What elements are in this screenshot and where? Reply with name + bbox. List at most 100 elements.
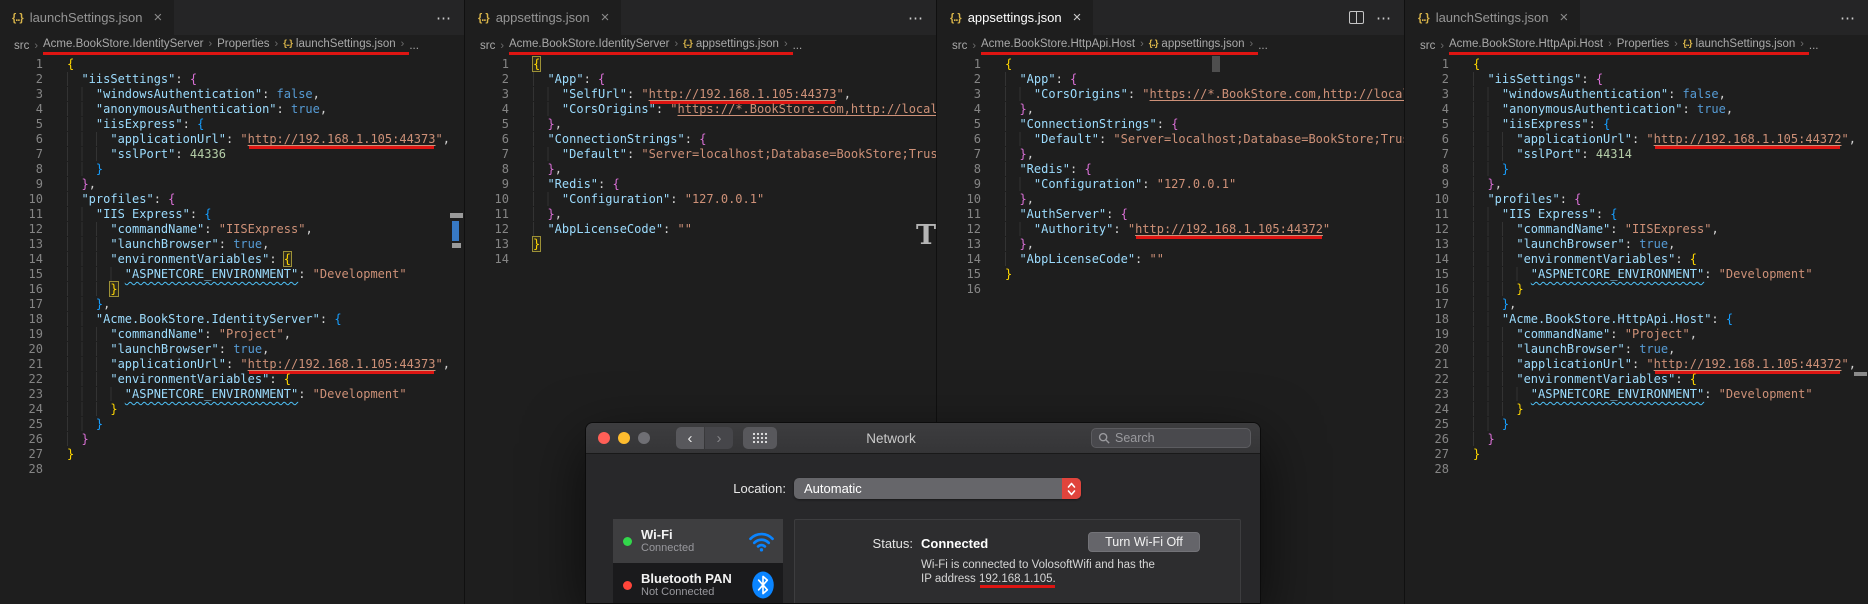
chevron-right-icon: › xyxy=(500,40,505,52)
line-number: 16 xyxy=(1434,282,1449,296)
editor-pane-1: {..} launchSettings.json × ⋯ src › Acme.Bo… xyxy=(0,0,465,604)
chevron-right-icon: › xyxy=(783,37,788,50)
breadcrumb[interactable]: src › Acme.BookStore.HttpApi.Host › {..} apps… xyxy=(938,35,1404,57)
breadcrumb[interactable]: src › Acme.BookStore.IdentityServer › Proper… xyxy=(0,35,464,57)
breadcrumb-file[interactable]: launchSettings.json xyxy=(296,38,396,50)
code-editor[interactable]: 1{2 "App": {3 "CorsOrigins": "https://*.… xyxy=(938,57,1404,297)
tab-strip-space xyxy=(1094,0,1349,35)
search-input[interactable]: Search xyxy=(1091,428,1251,448)
code-token: "IISExpress" xyxy=(218,222,306,236)
line-number: 27 xyxy=(1434,447,1449,461)
line-number: 3 xyxy=(1441,87,1449,101)
close-tab-icon[interactable]: × xyxy=(153,9,162,26)
scrollbar-cursor-mark[interactable] xyxy=(452,221,459,241)
json-file-icon: {..} xyxy=(283,38,293,49)
close-window-button[interactable] xyxy=(598,432,610,444)
code-token: : xyxy=(175,147,190,161)
line-number: 15 xyxy=(1434,267,1449,281)
overview-ruler-mark xyxy=(450,213,463,218)
more-actions-icon[interactable]: ⋯ xyxy=(908,9,924,27)
more-actions-icon[interactable]: ⋯ xyxy=(1376,9,1392,27)
breadcrumb-file[interactable]: launchSettings.json xyxy=(1696,38,1796,50)
chevron-right-icon: › xyxy=(1608,37,1612,50)
line-number: 6 xyxy=(501,132,509,146)
split-editor-icon[interactable] xyxy=(1349,11,1364,24)
breadcrumb-file[interactable]: appsettings.json xyxy=(696,38,779,50)
code-token: " xyxy=(435,357,443,371)
location-select[interactable]: Automatic xyxy=(794,478,1081,499)
code-line: 4 "anonymousAuthentication": true, xyxy=(0,102,464,117)
close-tab-icon[interactable]: × xyxy=(601,9,610,26)
turn-wifi-off-button[interactable]: Turn Wi-Fi Off xyxy=(1088,532,1200,552)
code-editor[interactable]: 1{2 "iisSettings": {3 "windowsAuthentica… xyxy=(1406,57,1868,477)
breadcrumb-segment[interactable]: Properties xyxy=(217,38,269,50)
service-row-wifi[interactable]: Wi-Fi Connected xyxy=(613,519,783,563)
tab-appsettings-httpapi-host[interactable]: {..} appsettings.json × xyxy=(938,0,1095,35)
code-token: : xyxy=(204,222,219,236)
scrollbar-thumb[interactable] xyxy=(1212,56,1220,72)
code-token: 44336 xyxy=(189,147,226,161)
breadcrumb-suffix[interactable]: ... xyxy=(1809,40,1819,52)
breadcrumb[interactable]: src › Acme.BookStore.HttpApi.Host › Properti… xyxy=(1406,35,1868,57)
code-token xyxy=(67,87,96,101)
code-line: 8 "Redis": { xyxy=(938,162,1404,177)
code-token xyxy=(1473,267,1531,281)
breadcrumb-suffix[interactable]: ... xyxy=(409,40,419,52)
tab-launchsettings-identityserver[interactable]: {..} launchSettings.json × xyxy=(0,0,176,35)
code-token: } xyxy=(81,177,89,191)
code-token: : xyxy=(1559,192,1575,206)
back-button[interactable]: ‹ xyxy=(676,427,704,449)
forward-button[interactable]: › xyxy=(705,427,733,449)
code-editor[interactable]: 1{2 "App": {3 "SelfUrl": "http://192.168… xyxy=(466,56,936,267)
breadcrumb[interactable]: src › Acme.BookStore.IdentityServer › {..} ap… xyxy=(466,35,936,57)
breadcrumb-segment[interactable]: src xyxy=(480,40,495,52)
breadcrumb-suffix[interactable]: ... xyxy=(1258,40,1268,52)
code-line: 16 xyxy=(938,282,1404,297)
code-token: "127.0.0.1" xyxy=(1156,177,1237,191)
breadcrumb-segment[interactable]: src xyxy=(1420,40,1435,52)
close-tab-icon[interactable]: × xyxy=(1073,9,1082,26)
connection-status-panel: Status: Connected Turn Wi-Fi Off Wi-Fi i… xyxy=(794,519,1241,603)
breadcrumb-suffix[interactable]: ... xyxy=(793,40,803,52)
breadcrumb-segment[interactable]: Properties xyxy=(1617,38,1669,50)
chevron-right-icon: › xyxy=(400,37,405,50)
close-tab-icon[interactable]: × xyxy=(1559,9,1568,26)
line-number: 11 xyxy=(28,207,43,221)
breadcrumb-segment[interactable]: Acme.BookStore.IdentityServer xyxy=(509,38,669,50)
code-token: "ASPNETCORE_ENVIRONMENT" xyxy=(1530,267,1705,281)
breadcrumb-segment[interactable]: Acme.BookStore.IdentityServer xyxy=(43,38,203,50)
breadcrumb-segment[interactable]: Acme.BookStore.HttpApi.Host xyxy=(1449,38,1603,50)
breadcrumb-segment[interactable]: Acme.BookStore.HttpApi.Host xyxy=(981,38,1135,50)
line-number: 13 xyxy=(1434,237,1449,251)
search-placeholder: Search xyxy=(1115,431,1155,445)
breadcrumb-segment[interactable]: src xyxy=(952,40,967,52)
code-token: "anonymousAuthentication" xyxy=(95,102,277,116)
code-line: 16 } xyxy=(1406,282,1868,297)
breadcrumb-file[interactable]: appsettings.json xyxy=(1161,38,1244,50)
more-actions-icon[interactable]: ⋯ xyxy=(1840,9,1856,27)
code-line: 6 "applicationUrl": "http://192.168.1.10… xyxy=(0,132,464,147)
code-editor[interactable]: 1{2 "iisSettings": {3 "windowsAuthentica… xyxy=(0,57,464,477)
show-all-grid-icon[interactable] xyxy=(743,427,777,449)
code-line: 3 "windowsAuthentication": false, xyxy=(1406,87,1868,102)
line-number: 16 xyxy=(966,282,981,296)
code-token: , xyxy=(1026,192,1034,206)
window-title-bar[interactable]: ‹ › Network Search xyxy=(586,423,1260,454)
code-token xyxy=(67,372,111,386)
minimize-window-button[interactable] xyxy=(618,432,630,444)
code-token: { xyxy=(699,132,707,146)
code-line: 28 xyxy=(1406,462,1868,477)
tab-launchsettings-httpapi-host[interactable]: {..} launchSettings.json × xyxy=(1406,0,1582,35)
service-row-bluetooth-pan[interactable]: Bluetooth PAN Not Connected xyxy=(613,563,783,603)
breadcrumb-segment[interactable]: src xyxy=(14,40,29,52)
code-line: 3 "windowsAuthentication": false, xyxy=(0,87,464,102)
service-name: Wi-Fi xyxy=(641,527,673,542)
code-line: 22 "environmentVariables": { xyxy=(1406,372,1868,387)
tab-appsettings-identityserver[interactable]: {..} appsettings.json × xyxy=(466,0,623,35)
code-token: "windowsAuthentication" xyxy=(1501,87,1669,101)
zoom-window-button[interactable] xyxy=(638,432,650,444)
code-token: : xyxy=(1668,87,1683,101)
code-token xyxy=(1473,417,1502,431)
more-actions-icon[interactable]: ⋯ xyxy=(436,9,452,27)
code-token: : xyxy=(1135,252,1150,266)
